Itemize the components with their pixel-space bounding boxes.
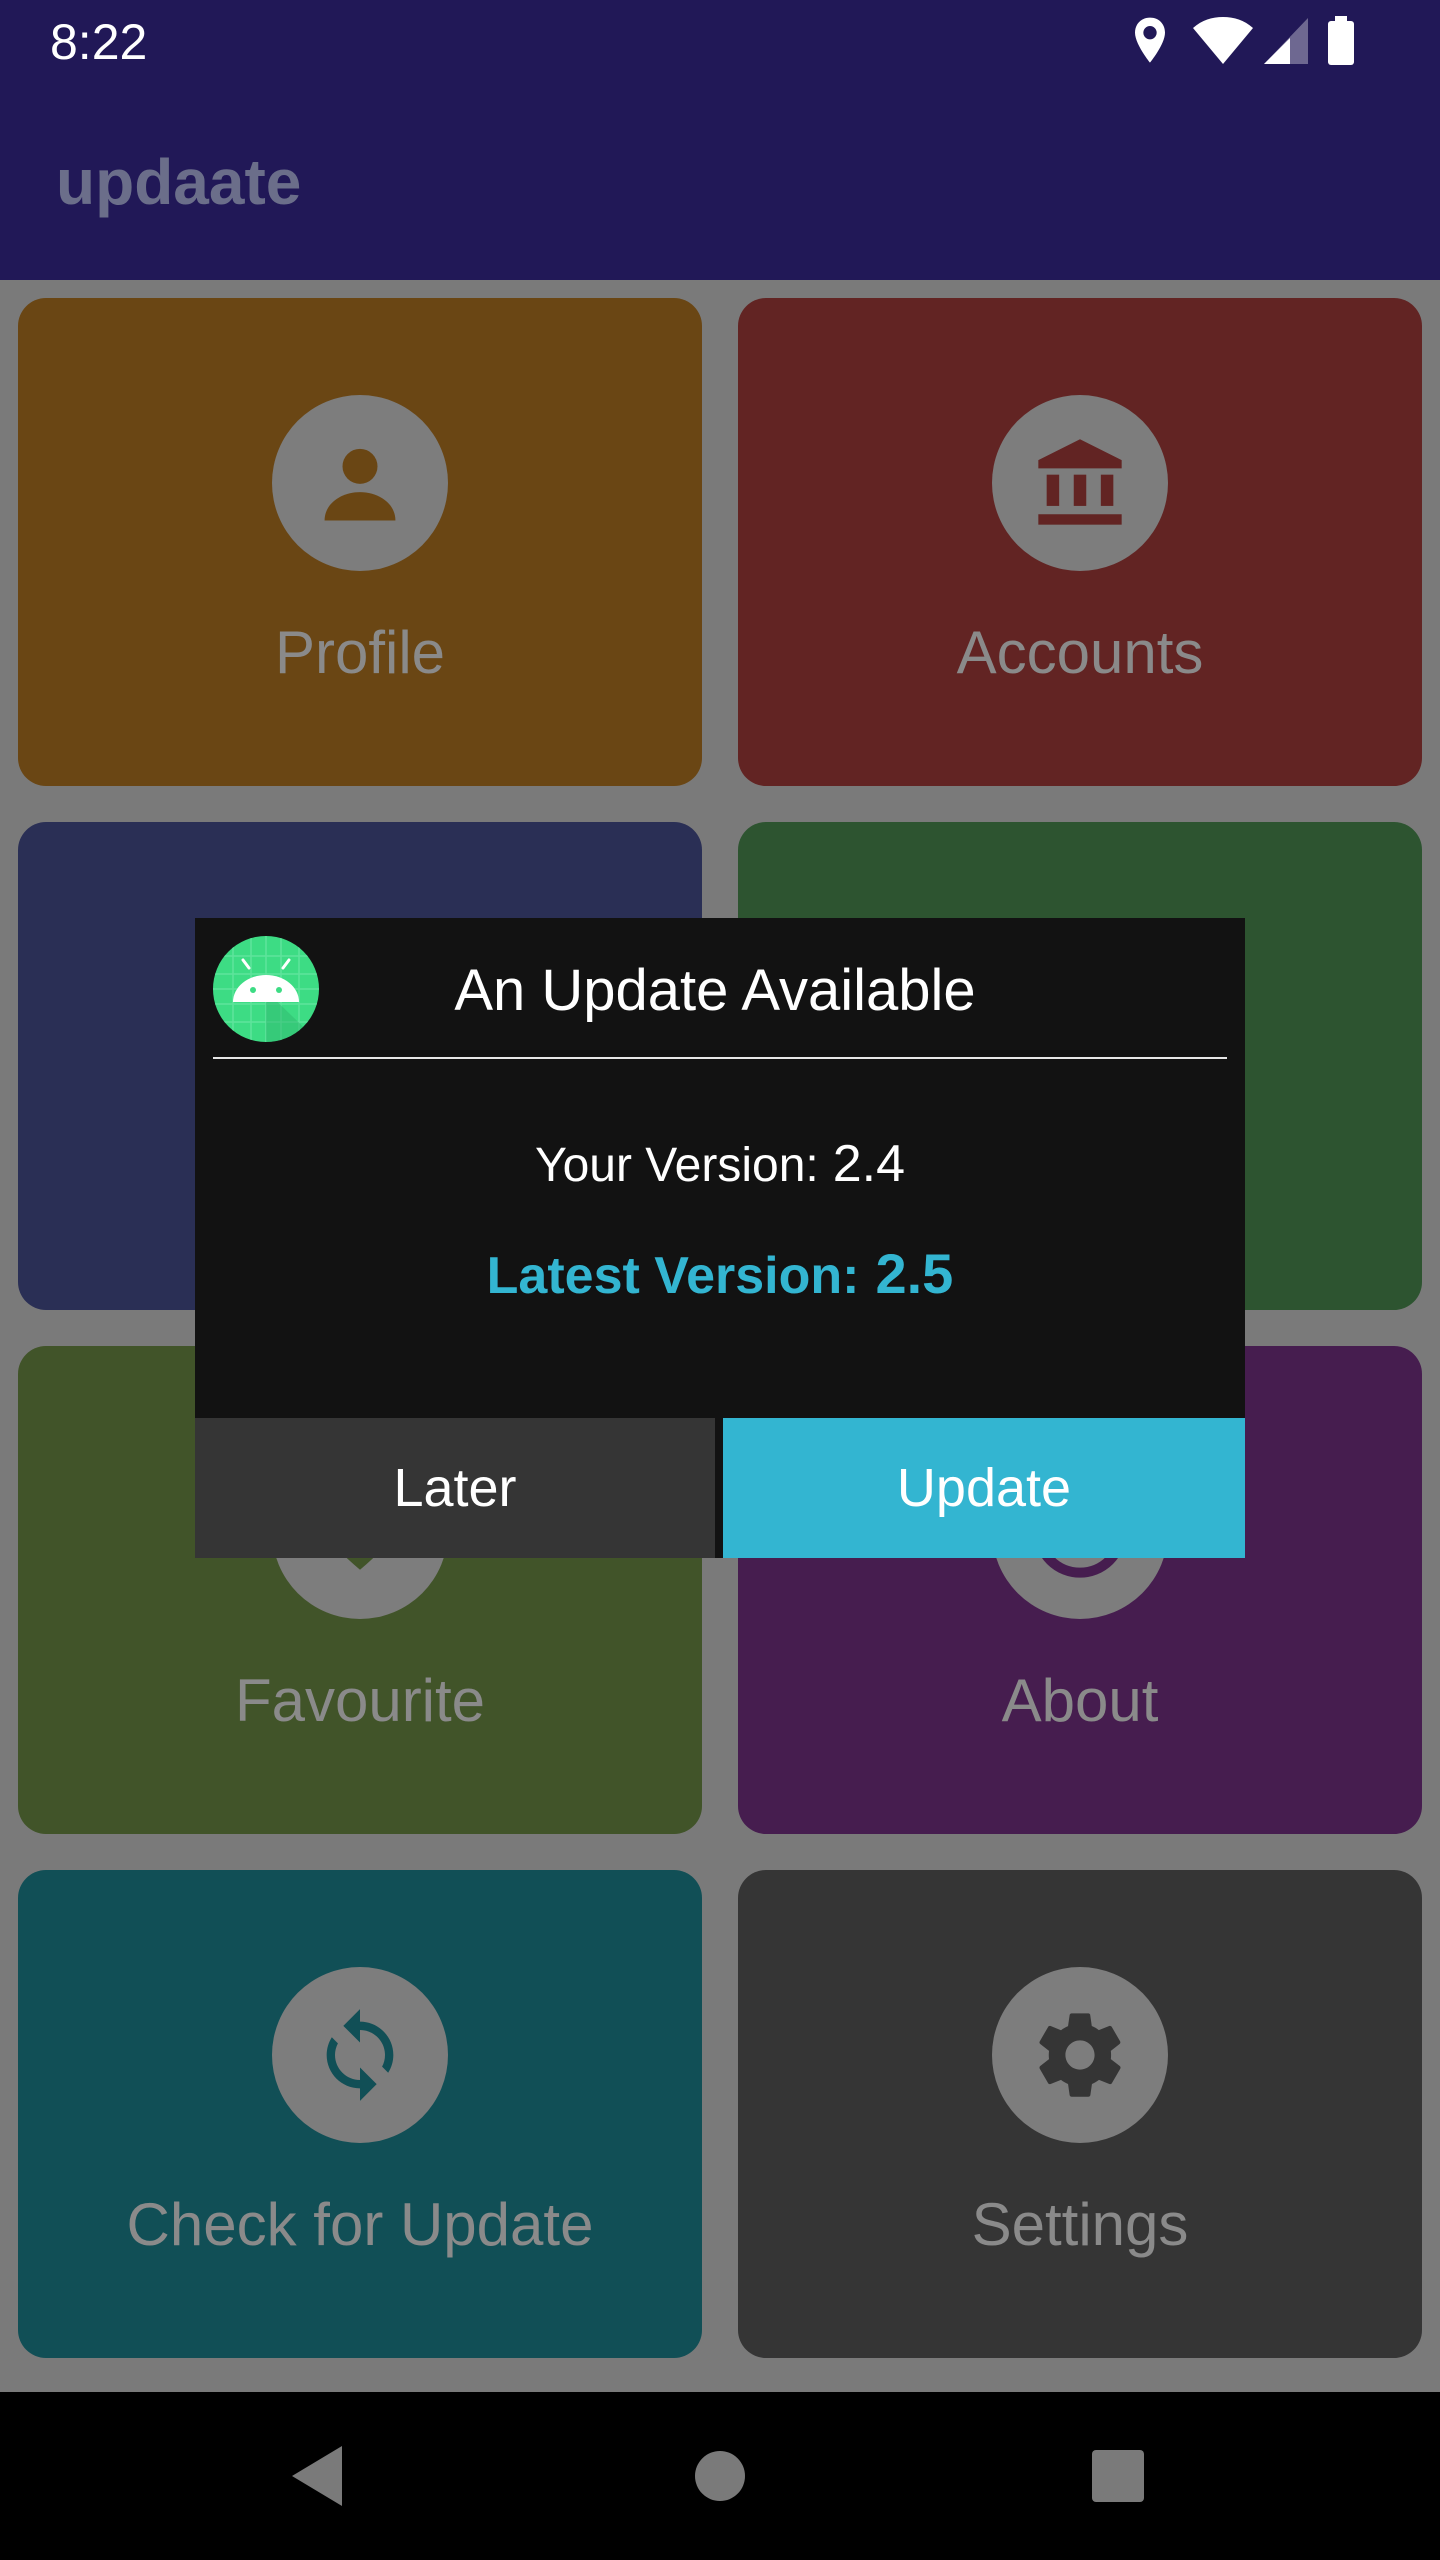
- location-icon: [1135, 17, 1165, 63]
- your-version-label: Your Version:: [534, 1139, 819, 1192]
- your-version-value: 2.4: [832, 1135, 906, 1193]
- tile-label-settings: Settings: [971, 2191, 1189, 2258]
- android-app-icon: [213, 936, 319, 1042]
- latest-version-value: 2.5: [875, 1242, 954, 1305]
- tile-settings[interactable]: Settings: [738, 1870, 1422, 2358]
- tile-label-profile: Profile: [274, 619, 446, 686]
- status-time: 8:22: [50, 14, 148, 70]
- dialog-title: An Update Available: [454, 958, 976, 1023]
- app-title: updaate: [56, 146, 302, 218]
- profile-icon-circle: [272, 395, 448, 571]
- status-bar: 8:22: [0, 0, 1440, 84]
- tile-profile[interactable]: Profile: [18, 298, 702, 786]
- back-icon[interactable]: [270, 2426, 370, 2526]
- update-button[interactable]: Update: [723, 1418, 1245, 1558]
- check-update-icon-circle: [272, 1967, 448, 2143]
- latest-version-label: Latest Version:: [486, 1247, 860, 1305]
- wifi-icon: [1193, 17, 1253, 64]
- tile-check-for-update[interactable]: Check for Update: [18, 1870, 702, 2358]
- battery-icon: [1328, 16, 1354, 65]
- tile-label-favourite: Favourite: [234, 1667, 486, 1734]
- tile-label-check-for-update: Check for Update: [126, 2191, 594, 2258]
- bank-icon: [1038, 439, 1122, 525]
- home-icon[interactable]: [670, 2426, 770, 2526]
- settings-icon-circle: [992, 1967, 1168, 2143]
- gear-icon: [1039, 2013, 1121, 2097]
- tile-label-about: About: [1001, 1667, 1159, 1734]
- later-button[interactable]: Later: [195, 1418, 715, 1558]
- navigation-bar: [0, 2392, 1440, 2560]
- app-bar: updaate: [0, 84, 1440, 280]
- person-icon: [324, 448, 396, 521]
- dialog-divider: [213, 1057, 1227, 1059]
- your-version-row: Your Version: 2.4: [195, 1134, 1245, 1196]
- tile-accounts[interactable]: Accounts: [738, 298, 1422, 786]
- sync-icon: [326, 2009, 394, 2101]
- signal-icon: [1264, 18, 1308, 64]
- update-dialog: An Update Available Your Version: 2.4 Lat…: [195, 918, 1245, 1558]
- tile-label-accounts: Accounts: [956, 619, 1204, 686]
- recents-icon[interactable]: [1068, 2426, 1168, 2526]
- status-icons: [1130, 16, 1390, 66]
- android-icon: [213, 936, 319, 1042]
- accounts-icon-circle: [992, 395, 1168, 571]
- latest-version-row: Latest Version: 2.5: [195, 1244, 1245, 1306]
